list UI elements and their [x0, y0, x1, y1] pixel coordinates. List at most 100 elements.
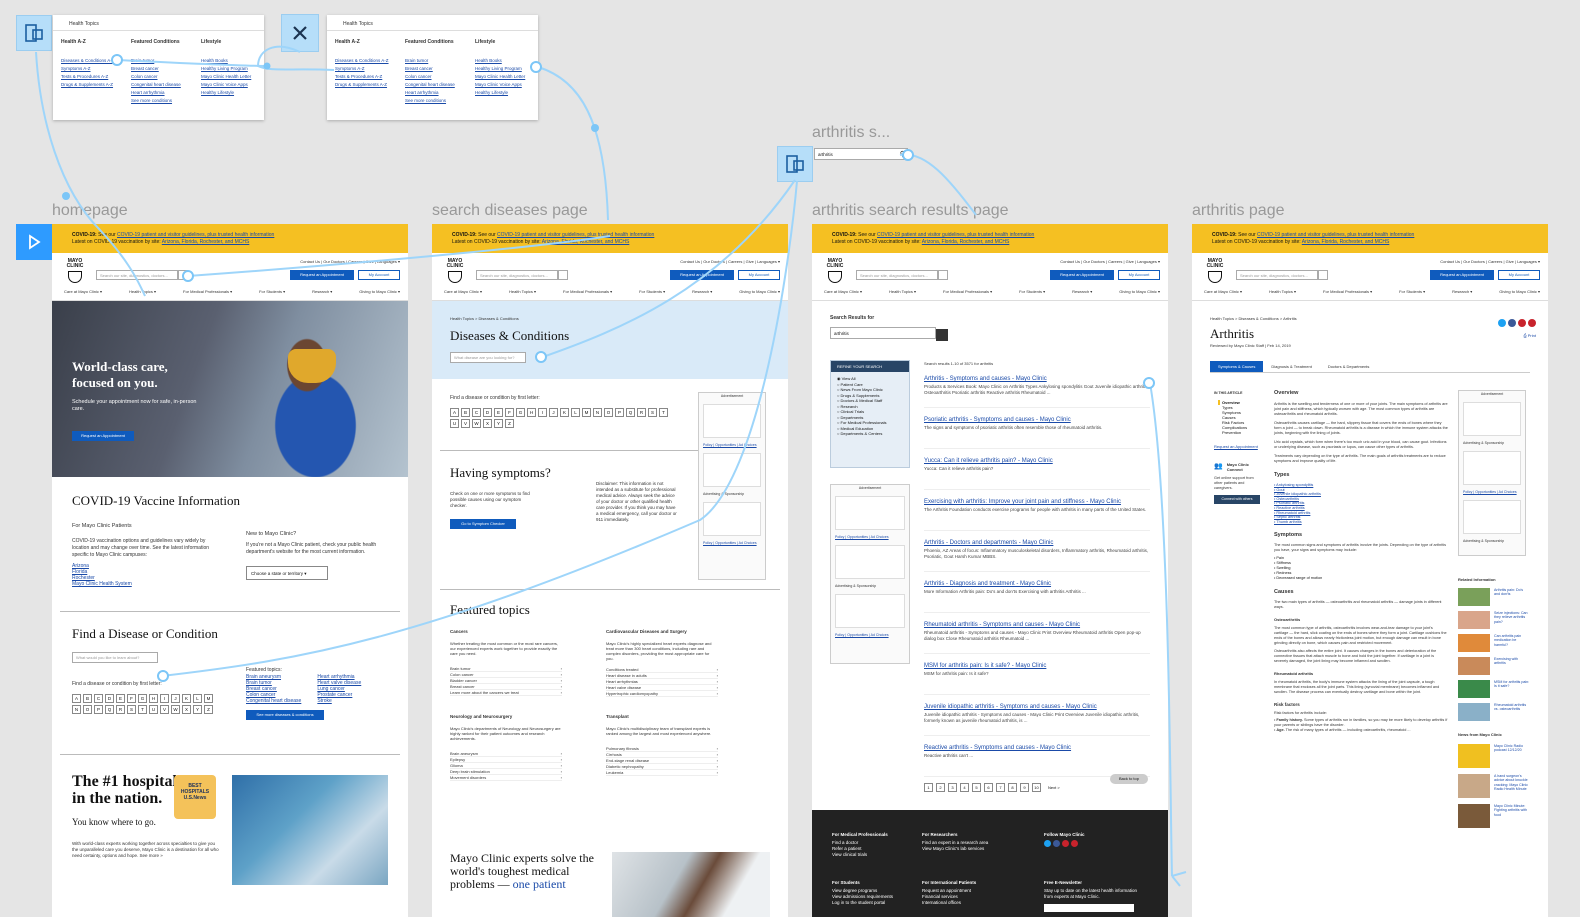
my-account-button[interactable]: My Account — [1498, 270, 1540, 280]
letter-link[interactable]: K — [182, 694, 191, 703]
result-title[interactable]: Psoriatic arthritis - Symptoms and cause… — [924, 417, 1150, 423]
related-item[interactable]: Exercising with arthritis — [1458, 657, 1538, 675]
letter-link[interactable]: R — [637, 408, 646, 417]
utility-links[interactable]: Contact Us | Our Doctors | Careers | Giv… — [680, 259, 780, 264]
nav-item[interactable]: Research ▾ — [312, 289, 332, 294]
pinterest-icon[interactable] — [1518, 319, 1526, 327]
facebook-icon[interactable] — [1053, 840, 1060, 847]
page-number[interactable]: 6 — [984, 783, 993, 792]
letter-link[interactable]: K — [560, 408, 569, 417]
menu-link[interactable]: Mayo Clinic Voice Apps — [201, 81, 271, 89]
covid-link[interactable]: COVID-19 patient and visitor guidelines,… — [497, 232, 654, 238]
menu-link[interactable]: Drugs & Supplements A-Z — [61, 81, 131, 89]
hotspot-close-menu[interactable] — [281, 14, 319, 52]
ad-links[interactable]: Policy | Opportunities | Ad Choices — [1459, 489, 1525, 496]
nav-item[interactable]: Research ▾ — [1072, 289, 1092, 294]
page-number[interactable]: 5 — [972, 783, 981, 792]
back-to-top-button[interactable]: Back to top — [1110, 774, 1148, 784]
topic-link[interactable]: Learn more about the cancers we treat › — [450, 690, 562, 696]
next-page-link[interactable]: Next > — [1048, 785, 1060, 790]
nav-item[interactable]: Health Topics ▾ — [129, 289, 156, 294]
letter-link[interactable]: J — [171, 694, 180, 703]
search-button[interactable] — [558, 270, 568, 280]
menu-topic[interactable]: Health Topics — [69, 21, 99, 27]
request-appointment-button[interactable]: Request an Appointment — [1430, 270, 1494, 280]
menu-link[interactable]: Drugs & Supplements A-Z — [335, 81, 405, 89]
see-more-diseases-button[interactable]: See more diseases & conditions — [246, 710, 324, 720]
letter-link[interactable]: W — [472, 419, 481, 428]
menu-link[interactable]: Health Books — [475, 57, 545, 65]
result-title[interactable]: Arthritis - Diagnosis and treatment - Ma… — [924, 581, 1150, 587]
tab-0[interactable]: Symptoms & Causes — [1210, 361, 1264, 372]
result-title[interactable]: Arthritis - Symptoms and causes - Mayo C… — [924, 376, 1150, 382]
result-title[interactable]: Arthritis - Doctors and departments - Ma… — [924, 540, 1150, 546]
email-icon[interactable] — [1528, 319, 1536, 327]
result-title[interactable]: Yucca: Can it relieve arthritis pain? - … — [924, 458, 1150, 464]
nav-item[interactable]: Health Topics ▾ — [889, 289, 916, 294]
featured-link[interactable]: Congenital heart disease — [246, 698, 301, 704]
letter-link[interactable]: A — [72, 694, 81, 703]
menu-link[interactable]: Diseases & Conditions A-Z — [61, 57, 131, 65]
nav-item[interactable]: For Students ▾ — [639, 289, 665, 294]
related-item[interactable]: Seize injections: Can they relieve arthr… — [1458, 611, 1538, 629]
covid-sites-link[interactable]: Arizona, Florida, Rochester, and MCHS — [1302, 239, 1390, 245]
letter-link[interactable]: D — [105, 694, 114, 703]
menu-link[interactable]: Heart arrhythmia — [405, 89, 475, 97]
find-disease-input[interactable]: What would you like to learn about? — [72, 652, 158, 663]
nav-item[interactable]: Care at Mayo Clinic ▾ — [824, 289, 862, 294]
twitter-icon[interactable] — [1044, 840, 1051, 847]
page-number[interactable]: 9 — [1020, 783, 1029, 792]
site-search-input[interactable]: Search our site, diagnostics, doctors... — [96, 270, 178, 280]
covid-link[interactable]: COVID-19 patient and visitor guidelines,… — [117, 232, 274, 238]
site-search-input[interactable]: Search our site, diagnostics, doctors... — [1236, 270, 1318, 280]
my-account-button[interactable]: My Account — [358, 270, 400, 280]
menu-link[interactable]: Breast cancer — [405, 65, 475, 73]
menu-link[interactable]: See more conditions — [131, 97, 201, 105]
letter-link[interactable]: J — [549, 408, 558, 417]
letter-link[interactable]: T — [659, 408, 668, 417]
footer-link[interactable]: View Mayo Clinic's lab services — [922, 846, 1044, 852]
results-search-input[interactable]: arthritis — [830, 327, 936, 339]
letter-link[interactable]: P — [615, 408, 624, 417]
breadcrumb[interactable]: Health Topics > Diseases & Conditions > … — [1210, 315, 1530, 322]
ad-links[interactable]: Policy | Opportunities | Ad Choices — [831, 632, 909, 639]
facebook-icon[interactable] — [1508, 319, 1516, 327]
covid-sites-link[interactable]: Arizona, Florida, Rochester, and MCHS — [922, 239, 1010, 245]
play-prototype-button[interactable] — [16, 224, 52, 260]
page-number[interactable]: 8 — [1008, 783, 1017, 792]
letter-link[interactable]: G — [516, 408, 525, 417]
related-item[interactable]: Rheumatoid arthritis vs. osteoarthritis — [1458, 703, 1538, 721]
news-item[interactable]: Mayo Clinic Minute: Fighting arthritis w… — [1458, 804, 1538, 828]
hero-appointment-button[interactable]: Request an Appointment — [72, 431, 134, 441]
topic-link[interactable]: Movement disorders › — [450, 775, 562, 781]
pinterest-icon[interactable] — [1062, 840, 1069, 847]
hotspot-search-overlay[interactable] — [777, 146, 813, 182]
letter-link[interactable]: I — [538, 408, 547, 417]
menu-link[interactable]: Congenital heart disease — [131, 81, 201, 89]
mayo-logo[interactable]: MAYO CLINIC — [824, 259, 846, 283]
menu-link[interactable]: Mayo Clinic Voice Apps — [475, 81, 545, 89]
letter-link[interactable]: T — [138, 705, 147, 714]
letter-link[interactable]: X — [182, 705, 191, 714]
covid-sites-link[interactable]: Arizona, Florida, Rochester, and MCHS — [162, 239, 250, 245]
menu-link[interactable]: Tests & Procedures A-Z — [335, 73, 405, 81]
nav-item[interactable]: For Students ▾ — [1019, 289, 1045, 294]
toc-item[interactable]: Prevention — [1222, 430, 1262, 435]
disease-search-input[interactable]: What disease are you looking for? — [450, 352, 526, 363]
nav-item[interactable]: For Medical Professionals ▾ — [943, 289, 992, 294]
related-item[interactable]: MSM for arthritis pain: Is it safe? — [1458, 680, 1538, 698]
letter-link[interactable]: C — [94, 694, 103, 703]
nav-item[interactable]: Research ▾ — [692, 289, 712, 294]
utility-links[interactable]: Contact Us | Our Doctors | Careers | Giv… — [300, 259, 400, 264]
letter-link[interactable]: S — [127, 705, 136, 714]
topic-link[interactable]: Hypertrophic cardiomyopathy › — [606, 691, 718, 697]
letter-link[interactable]: S — [648, 408, 657, 417]
menu-link[interactable]: Breast cancer — [131, 65, 201, 73]
nav-item[interactable]: Care at Mayo Clinic ▾ — [444, 289, 482, 294]
letter-link[interactable]: Q — [105, 705, 114, 714]
letter-link[interactable]: I — [160, 694, 169, 703]
footer-link[interactable]: View clinical trials — [832, 852, 922, 858]
menu-link[interactable]: Brain tumor — [405, 57, 475, 65]
letter-link[interactable]: N — [593, 408, 602, 417]
letter-link[interactable]: U — [149, 705, 158, 714]
